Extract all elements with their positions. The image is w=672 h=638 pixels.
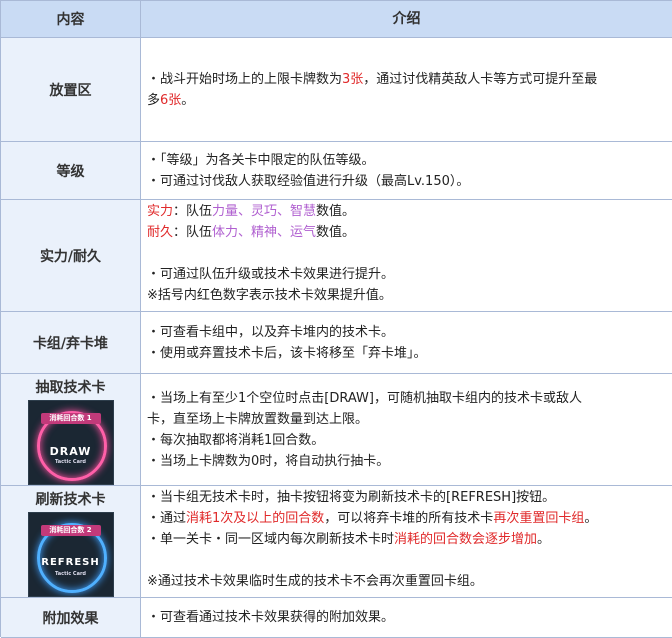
row-extra: 附加效果 ・可查看通过技术卡效果获得的附加效果。: [1, 598, 672, 638]
refresh-card-image: 消耗回合数 2 REFRESH Tactic Card: [27, 512, 114, 597]
row-refresh: 刷新技术卡 消耗回合数 2 REFRESH Tactic Card ・当卡组无技…: [1, 486, 672, 598]
row-label: 卡组/弃卡堆: [1, 312, 141, 373]
row-description: ・「等级」为各关卡中限定的队伍等级。 ・可通过讨伐敌人获取经验值进行升级（最高L…: [141, 142, 672, 199]
header-intro: 介绍: [141, 1, 672, 37]
draw-card-image: 消耗回合数 1 DRAW Tactic Card: [27, 400, 114, 485]
info-table: 内容 介绍 放置区 ・战斗开始时场上的上限卡牌数为3张，通过讨伐精英敌人卡等方式…: [0, 0, 672, 638]
row-label-cell: 抽取技术卡 消耗回合数 1 DRAW Tactic Card: [1, 374, 141, 485]
row-label: 放置区: [1, 38, 141, 141]
desc-line: ※通过技术卡效果临时生成的技术卡不会再次重置回卡组。: [147, 574, 483, 589]
row-description: ・可查看通过技术卡效果获得的附加效果。: [141, 598, 672, 637]
desc-line: ・单一关卡・同一区域内每次刷新技术卡时消耗的回合数会逐步增加。: [147, 532, 551, 547]
row-power: 实力/耐久 实力：队伍力量、灵巧、智慧数值。 耐久：队伍体力、精神、运气数值。 …: [1, 200, 672, 312]
desc-line: ・当卡组无技术卡时，抽卡按钮将变为刷新技术卡的[REFRESH]按钮。: [147, 490, 556, 505]
card-cost-label: 消耗回合数 2: [40, 525, 101, 536]
desc-line: 实力：队伍力量、灵巧、智慧数值。: [147, 204, 356, 219]
row-label: 抽取技术卡: [35, 380, 106, 396]
desc-line: 多6张。: [147, 92, 195, 108]
row-label: 实力/耐久: [1, 200, 141, 311]
card-word: DRAW: [49, 445, 92, 458]
row-deck: 卡组/弃卡堆 ・可查看卡组中，以及弃卡堆内的技术卡。 ・使用或弃置技术卡后，该卡…: [1, 312, 672, 374]
desc-line: ・每次抽取都将消耗1回合数。: [147, 432, 325, 448]
row-placement: 放置区 ・战斗开始时场上的上限卡牌数为3张，通过讨伐精英敌人卡等方式可提升至最 …: [1, 38, 672, 142]
desc-line: ・战斗开始时场上的上限卡牌数为3张，通过讨伐精英敌人卡等方式可提升至最: [147, 71, 598, 87]
row-label: 附加效果: [1, 598, 141, 637]
card-cost-label: 消耗回合数 1: [40, 413, 101, 424]
row-description: ・当卡组无技术卡时，抽卡按钮将变为刷新技术卡的[REFRESH]按钮。 ・通过消…: [141, 486, 672, 597]
row-label-cell: 刷新技术卡 消耗回合数 2 REFRESH Tactic Card: [1, 486, 141, 597]
desc-line: ・可通过讨伐敌人获取经验值进行升级（最高Lv.150）。: [147, 173, 470, 189]
desc-line: 耐久：队伍体力、精神、运气数值。: [147, 225, 356, 240]
desc-line: ・通过消耗1次及以上的回合数，可以将弃卡堆的所有技术卡再次重置回卡组。: [147, 511, 598, 526]
table-header: 内容 介绍: [1, 1, 672, 38]
desc-line: ・当场上卡牌数为0时，将自动执行抽卡。: [147, 453, 390, 469]
row-description: ・战斗开始时场上的上限卡牌数为3张，通过讨伐精英敌人卡等方式可提升至最 多6张。: [141, 38, 672, 141]
desc-line: ※括号内红色数字表示技术卡效果提升值。: [147, 288, 392, 303]
row-label: 等级: [1, 142, 141, 199]
row-description: 实力：队伍力量、灵巧、智慧数值。 耐久：队伍体力、精神、运气数值。 ・可通过队伍…: [141, 200, 672, 311]
desc-line: ・可通过队伍升级或技术卡效果进行提升。: [147, 267, 395, 282]
desc-line: ・「等级」为各关卡中限定的队伍等级。: [147, 152, 375, 168]
desc-line: ・当场上有至少1个空位时点击[DRAW]，可随机抽取卡组内的技术卡或敌人: [147, 390, 582, 406]
header-content: 内容: [1, 1, 141, 37]
row-draw: 抽取技术卡 消耗回合数 1 DRAW Tactic Card ・当场上有至少1个…: [1, 374, 672, 486]
card-subtitle: Tactic Card: [54, 459, 86, 465]
desc-line: ・可查看卡组中，以及弃卡堆内的技术卡。: [147, 324, 395, 340]
card-subtitle: Tactic Card: [54, 571, 86, 577]
card-word: REFRESH: [41, 557, 100, 568]
desc-line: 卡，直至场上卡牌放置数量到达上限。: [147, 411, 369, 427]
row-level: 等级 ・「等级」为各关卡中限定的队伍等级。 ・可通过讨伐敌人获取经验值进行升级（…: [1, 142, 672, 200]
desc-line: ・可查看通过技术卡效果获得的附加效果。: [147, 610, 395, 625]
row-label: 刷新技术卡: [35, 492, 106, 508]
row-description: ・当场上有至少1个空位时点击[DRAW]，可随机抽取卡组内的技术卡或敌人 卡，直…: [141, 374, 672, 485]
desc-line: ・使用或弃置技术卡后，该卡将移至「弃卡堆」。: [147, 345, 427, 361]
row-description: ・可查看卡组中，以及弃卡堆内的技术卡。 ・使用或弃置技术卡后，该卡将移至「弃卡堆…: [141, 312, 672, 373]
